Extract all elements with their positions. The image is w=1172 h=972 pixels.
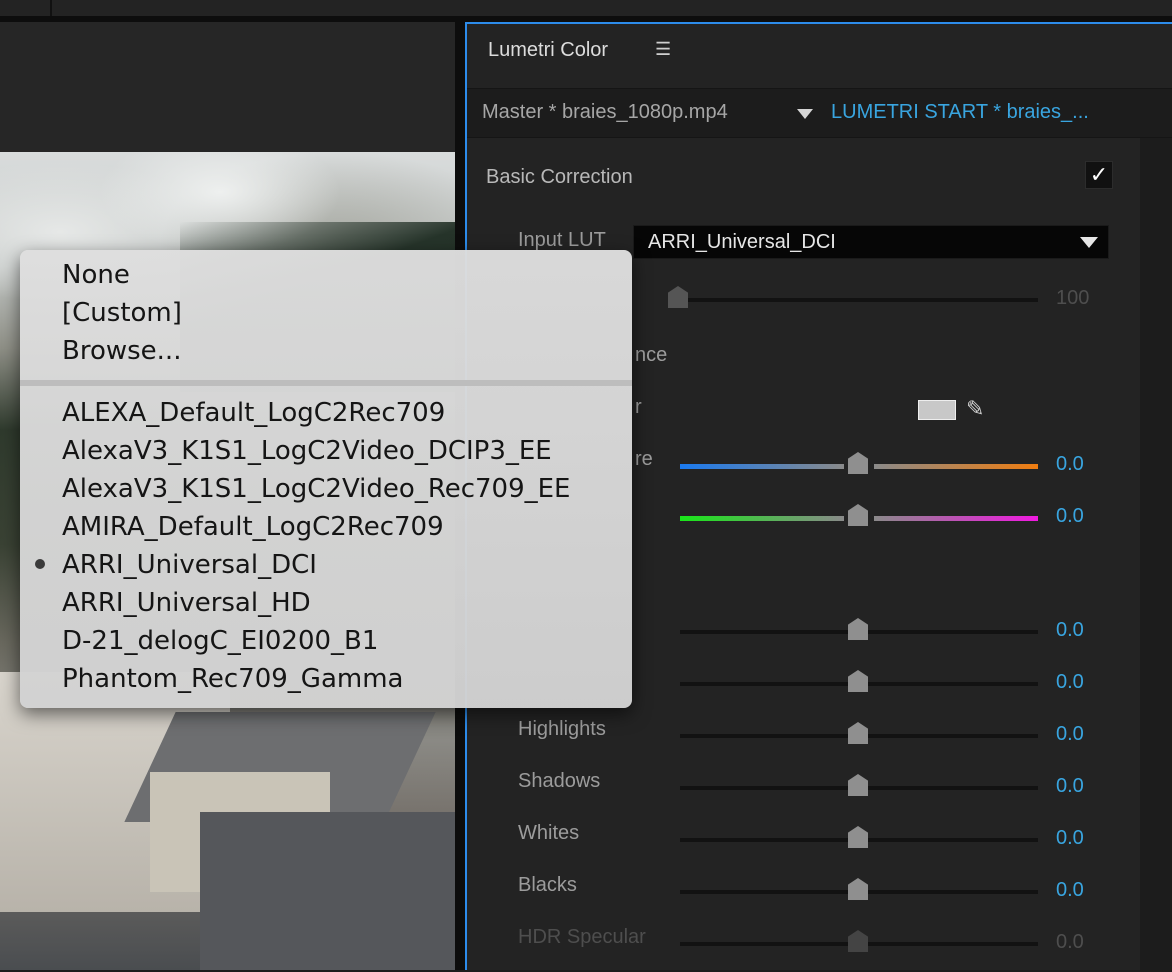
intensity-slider-track[interactable] <box>680 298 1038 302</box>
menu-item-lut[interactable]: ALEXA_Default_LogC2Rec709 <box>62 398 445 428</box>
section-title-basic-correction[interactable]: Basic Correction <box>486 166 633 189</box>
video-parking-lot <box>200 812 455 970</box>
hamburger-icon[interactable]: ☰ <box>655 39 671 60</box>
input-lut-label: Input LUT <box>518 229 606 251</box>
tone-label-whites: Whites <box>518 822 580 844</box>
temperature-label: re <box>635 448 653 470</box>
menu-item-lut[interactable]: Phantom_Rec709_Gamma <box>62 664 403 694</box>
menu-item-lut[interactable]: AMIRA_Default_LogC2Rec709 <box>62 512 444 542</box>
blacks-slider-thumb[interactable] <box>848 878 868 900</box>
tone-slider-thumb[interactable] <box>848 670 868 692</box>
hdr-specular-slider-thumb <box>848 930 868 952</box>
clip-tab-bar: Master * braies_1080p.mp4 LUMETRI START … <box>467 88 1172 138</box>
tint-slider-thumb[interactable] <box>848 504 868 526</box>
whites-value[interactable]: 0.0 <box>1056 827 1084 850</box>
chevron-down-icon <box>1080 237 1098 248</box>
panel-header: Lumetri Color ☰ <box>467 24 1172 88</box>
temperature-value[interactable]: 0.0 <box>1056 453 1084 476</box>
temperature-slider-thumb[interactable] <box>848 452 868 474</box>
menu-separator <box>20 380 632 386</box>
highlights-slider-thumb[interactable] <box>848 722 868 744</box>
toolbar-divider <box>50 0 52 16</box>
tone-label-highlights: Highlights <box>518 718 606 740</box>
intensity-slider-thumb[interactable] <box>668 286 688 308</box>
input-lut-menu: None [Custom] Browse... ALEXA_Default_Lo… <box>20 250 632 708</box>
panel-scrollbar[interactable] <box>1140 138 1172 972</box>
menu-item-custom[interactable]: [Custom] <box>62 298 182 328</box>
tone-slider-thumb[interactable] <box>848 618 868 640</box>
enable-checkbox[interactable]: ✓ <box>1085 161 1113 189</box>
shadows-slider-thumb[interactable] <box>848 774 868 796</box>
tone-label-shadows: Shadows <box>518 770 601 792</box>
highlights-value[interactable]: 0.0 <box>1056 723 1084 746</box>
panel-title[interactable]: Lumetri Color <box>488 39 608 62</box>
tab-lumetri-start[interactable]: LUMETRI START * braies_... <box>831 101 1089 124</box>
top-toolbar-strip <box>0 0 1172 16</box>
hdr-specular-value: 0.0 <box>1056 931 1084 953</box>
input-lut-value: ARRI_Universal_DCI <box>648 231 836 253</box>
menu-item-none[interactable]: None <box>62 260 130 290</box>
temperature-slider-track[interactable] <box>874 464 1038 469</box>
wb-selector-label: r <box>635 396 642 418</box>
blacks-value[interactable]: 0.0 <box>1056 879 1084 902</box>
tab-master-clip[interactable]: Master * braies_1080p.mp4 <box>482 101 728 124</box>
intensity-value[interactable]: 100 <box>1056 287 1089 310</box>
temperature-slider-track[interactable] <box>680 464 844 469</box>
menu-item-lut[interactable]: AlexaV3_K1S1_LogC2Video_DCIP3_EE <box>62 436 552 466</box>
menu-item-lut[interactable]: AlexaV3_K1S1_LogC2Video_Rec709_EE <box>62 474 571 504</box>
shadows-value[interactable]: 0.0 <box>1056 775 1084 798</box>
menu-item-lut[interactable]: D-21_delogC_EI0200_B1 <box>62 626 378 656</box>
tone-value[interactable]: 0.0 <box>1056 671 1084 694</box>
eyedropper-icon[interactable]: ✎ <box>966 396 984 422</box>
menu-item-browse[interactable]: Browse... <box>62 336 181 366</box>
menu-item-lut[interactable]: ARRI_Universal_HD <box>62 588 311 618</box>
menu-item-lut-selected[interactable]: ARRI_Universal_DCI <box>62 550 317 580</box>
tint-slider-track[interactable] <box>874 516 1038 521</box>
tone-label-hdr-specular: HDR Specular <box>518 926 646 948</box>
tone-value[interactable]: 0.0 <box>1056 619 1084 642</box>
tint-slider-track[interactable] <box>680 516 844 521</box>
tint-value[interactable]: 0.0 <box>1056 505 1084 528</box>
tone-label-blacks: Blacks <box>518 874 577 896</box>
whites-slider-thumb[interactable] <box>848 826 868 848</box>
chevron-down-icon[interactable] <box>797 109 813 119</box>
selected-bullet-icon <box>35 559 45 569</box>
input-lut-dropdown[interactable]: ARRI_Universal_DCI <box>633 225 1109 259</box>
white-balance-label: nce <box>635 344 668 366</box>
wb-color-swatch[interactable] <box>918 400 956 420</box>
